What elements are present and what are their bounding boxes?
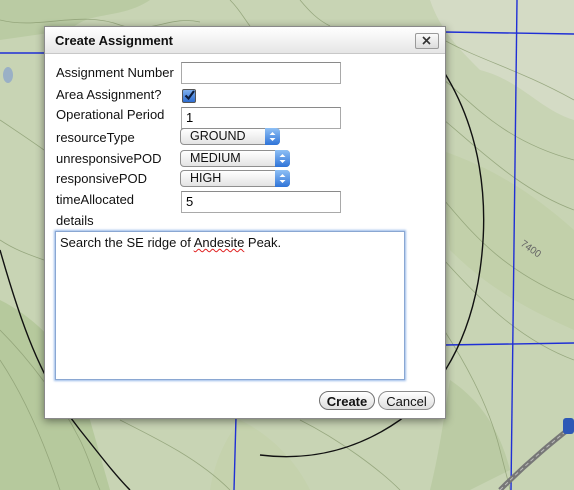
create-button[interactable]: Create bbox=[319, 391, 375, 410]
area-assignment-label: Area Assignment? bbox=[56, 87, 162, 102]
unresponsive-pod-select[interactable]: MEDIUM bbox=[180, 150, 290, 167]
select-arrows-icon bbox=[265, 128, 280, 145]
dialog-titlebar[interactable]: Create Assignment bbox=[45, 27, 445, 54]
resource-type-label: resourceType bbox=[56, 130, 135, 145]
responsive-pod-label: responsivePOD bbox=[56, 171, 148, 186]
close-button[interactable] bbox=[415, 33, 439, 49]
time-allocated-label: timeAllocated bbox=[56, 192, 135, 207]
unresponsive-pod-value: MEDIUM bbox=[190, 151, 241, 165]
checkmark-icon bbox=[184, 90, 195, 101]
resource-type-select[interactable]: GROUND bbox=[180, 128, 280, 145]
area-assignment-checkbox[interactable] bbox=[182, 89, 196, 103]
time-allocated-input[interactable] bbox=[181, 191, 341, 213]
operational-period-label: Operational Period bbox=[56, 107, 165, 122]
create-assignment-dialog: Create Assignment Assignment Number Area… bbox=[44, 26, 446, 419]
details-label: details bbox=[56, 213, 94, 228]
unresponsive-pod-label: unresponsivePOD bbox=[56, 151, 162, 166]
responsive-pod-value: HIGH bbox=[190, 171, 222, 185]
details-text-end: Peak. bbox=[244, 235, 282, 250]
cancel-button[interactable]: Cancel bbox=[378, 391, 435, 410]
operational-period-input[interactable] bbox=[181, 107, 341, 129]
details-text-start: Search the SE ridge of bbox=[60, 235, 194, 250]
assignment-number-input[interactable] bbox=[181, 62, 341, 84]
select-arrows-icon bbox=[275, 150, 290, 167]
resource-type-value: GROUND bbox=[190, 129, 246, 143]
details-misspelled-word: Andesite bbox=[193, 235, 245, 250]
close-icon bbox=[422, 36, 431, 45]
details-textarea[interactable]: Search the SE ridge of Andesite Peak. bbox=[55, 231, 405, 380]
assignment-number-label: Assignment Number bbox=[56, 65, 174, 80]
select-arrows-icon bbox=[275, 170, 290, 187]
responsive-pod-select[interactable]: HIGH bbox=[180, 170, 290, 187]
dialog-title: Create Assignment bbox=[55, 33, 173, 48]
